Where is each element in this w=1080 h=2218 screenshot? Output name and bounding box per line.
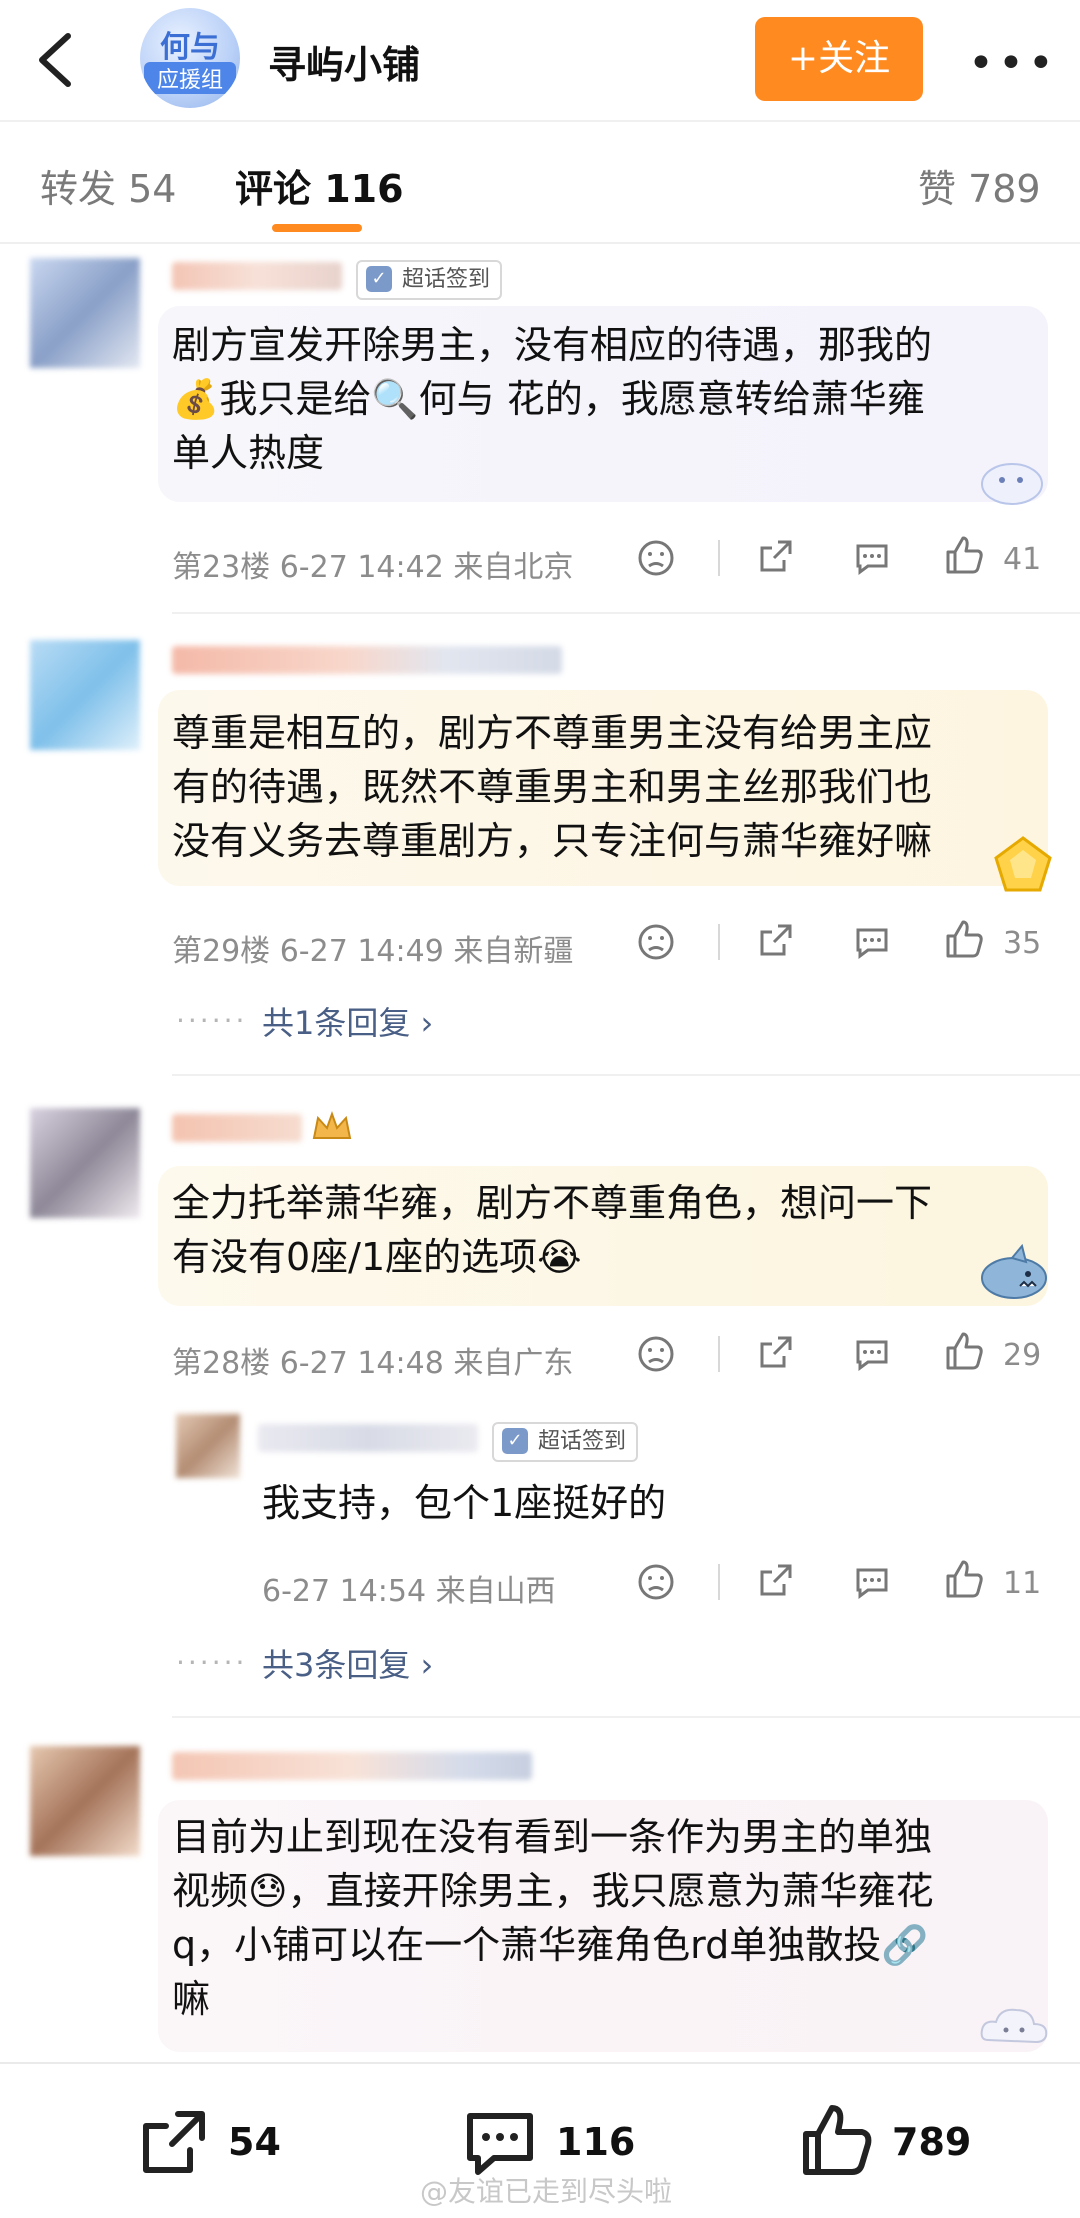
account-name[interactable]: 寻屿小铺 bbox=[268, 34, 420, 89]
avatar-text-bottom: 应援组 bbox=[144, 62, 236, 94]
comment-text-line: 全力托举萧华雍，剧方不尊重角色，想问一下 bbox=[172, 1181, 933, 1225]
checkin-icon: ✓ bbox=[366, 266, 392, 292]
comment-divider bbox=[172, 612, 1080, 614]
comment-icon[interactable] bbox=[852, 922, 892, 962]
comment-icon[interactable] bbox=[852, 538, 892, 578]
comment-text-line: 剧方宣发开除男主，没有相应的待遇，那我的 bbox=[172, 323, 933, 367]
avatar-text-top: 何与 bbox=[160, 30, 220, 65]
tab-like[interactable]: 赞 789 bbox=[918, 158, 1041, 213]
badge-label: 超话签到 bbox=[538, 1429, 627, 1454]
like-count[interactable]: 789 bbox=[892, 2120, 971, 2164]
comment-text-line: 目前为止到现在没有看到一条作为男主的单独 bbox=[172, 1815, 933, 1859]
active-tab-indicator bbox=[272, 224, 362, 232]
share-icon[interactable] bbox=[756, 1332, 796, 1372]
badge-label: 超话签到 bbox=[402, 267, 491, 292]
like-thumb-icon[interactable] bbox=[800, 2102, 876, 2178]
view-replies-link[interactable]: 共3条回复 › bbox=[262, 1640, 433, 1686]
commenter-name[interactable] bbox=[172, 1752, 532, 1780]
action-separator bbox=[718, 1564, 720, 1600]
weibo-watermark: @友谊已走到尽头啦 bbox=[420, 2175, 673, 2208]
like-thumb-icon[interactable] bbox=[944, 1330, 986, 1372]
gold-gem-sticker-icon bbox=[994, 836, 1052, 892]
dislike-face-icon[interactable] bbox=[636, 922, 676, 962]
super-topic-checkin-badge: ✓ 超话签到 bbox=[492, 1422, 639, 1462]
like-thumb-icon[interactable] bbox=[944, 1558, 986, 1600]
like-count: 41 bbox=[1003, 542, 1042, 577]
comment-text-line: 尊重是相互的，剧方不尊重男主没有给男主应 bbox=[172, 711, 933, 755]
comment-icon[interactable] bbox=[852, 1562, 892, 1602]
like-count: 35 bbox=[1003, 926, 1042, 961]
follow-button[interactable]: +关注 bbox=[755, 17, 923, 101]
commenter-avatar[interactable] bbox=[30, 258, 140, 368]
share-icon[interactable] bbox=[138, 2106, 210, 2178]
like-count: 29 bbox=[1003, 1338, 1042, 1373]
comment-text-line: 没有义务去尊重剧方，只专注何与萧华雍好嘛 bbox=[172, 819, 933, 863]
like-count: 11 bbox=[1003, 1566, 1042, 1601]
comment-text-line: 嘛 bbox=[172, 1977, 211, 2021]
dislike-face-icon[interactable] bbox=[636, 1562, 676, 1602]
reply-username[interactable] bbox=[258, 1424, 478, 1452]
action-separator bbox=[718, 924, 720, 960]
comment-text-line: 💰我只是给🔍何与 花的，我愿意转给萧华雍 bbox=[172, 377, 925, 421]
comment-text-line: 有的待遇，既然不尊重男主和男主丝那我们也 bbox=[172, 765, 933, 809]
top-bar: 何与 应援组 寻屿小铺 +关注 ••• bbox=[0, 0, 1080, 120]
checkin-icon: ✓ bbox=[502, 1428, 528, 1454]
tab-bar: 转发 54 评论 116 赞 789 bbox=[0, 122, 1080, 242]
commenter-name[interactable] bbox=[172, 262, 342, 290]
reply-text: 我支持，包个1座挺好的 bbox=[262, 1481, 667, 1525]
reply-avatar[interactable] bbox=[176, 1414, 240, 1478]
share-count[interactable]: 54 bbox=[228, 2120, 281, 2164]
bubble-sticker-icon bbox=[981, 463, 1043, 505]
share-icon[interactable] bbox=[756, 1560, 796, 1600]
reply-dots: ······ bbox=[176, 1646, 248, 1679]
commenter-name[interactable] bbox=[172, 1114, 302, 1142]
commenter-name[interactable] bbox=[172, 646, 562, 674]
reply-meta: 6-27 14:54 来自山西 bbox=[262, 1574, 556, 1609]
view-replies-link[interactable]: 共1条回复 › bbox=[262, 998, 433, 1044]
like-thumb-icon[interactable] bbox=[944, 918, 986, 960]
comment-text-line: 视频😓，直接开除男主，我只愿意为萧华雍花 bbox=[172, 1869, 934, 1913]
commenter-avatar[interactable] bbox=[30, 1746, 140, 1856]
action-separator bbox=[718, 540, 720, 576]
dislike-face-icon[interactable] bbox=[636, 538, 676, 578]
reply-dots: ······ bbox=[176, 1004, 248, 1037]
commenter-avatar[interactable] bbox=[30, 1108, 140, 1218]
back-arrow-icon[interactable] bbox=[30, 30, 80, 90]
more-dots-icon[interactable]: ••• bbox=[968, 38, 1058, 89]
comment-meta: 第29楼 6-27 14:49 来自新疆 bbox=[172, 934, 574, 969]
comment-text-line: q，小铺可以在一个萧华雍角色rd单独散投🔗 bbox=[172, 1923, 929, 1967]
comment-icon[interactable] bbox=[852, 1334, 892, 1374]
action-separator bbox=[718, 1336, 720, 1372]
bottom-bar-divider bbox=[0, 2062, 1080, 2064]
tabs-divider bbox=[0, 242, 1080, 244]
commenter-avatar[interactable] bbox=[30, 640, 140, 750]
share-icon[interactable] bbox=[756, 920, 796, 960]
comment-divider bbox=[172, 1074, 1080, 1076]
account-avatar[interactable]: 何与 应援组 bbox=[140, 8, 240, 108]
cloud-sticker-icon bbox=[980, 2008, 1048, 2044]
dislike-face-icon[interactable] bbox=[636, 1334, 676, 1374]
comment-text-line: 单人热度 bbox=[172, 431, 325, 475]
comment-meta: 第28楼 6-27 14:48 来自广东 bbox=[172, 1346, 574, 1381]
crown-badge-icon bbox=[312, 1111, 352, 1139]
tab-comment[interactable]: 评论 116 bbox=[235, 158, 404, 213]
shark-sticker-icon bbox=[981, 1244, 1047, 1299]
like-thumb-icon[interactable] bbox=[944, 534, 986, 576]
comment-meta: 第23楼 6-27 14:42 来自北京 bbox=[172, 550, 574, 585]
comment-text-line: 有没有0座/1座的选项😭 bbox=[172, 1235, 582, 1279]
comment-divider bbox=[172, 1716, 1080, 1718]
share-icon[interactable] bbox=[756, 536, 796, 576]
tab-repost[interactable]: 转发 54 bbox=[40, 158, 176, 213]
super-topic-checkin-badge: ✓ 超话签到 bbox=[356, 260, 503, 300]
comment-count[interactable]: 116 bbox=[556, 2120, 635, 2164]
